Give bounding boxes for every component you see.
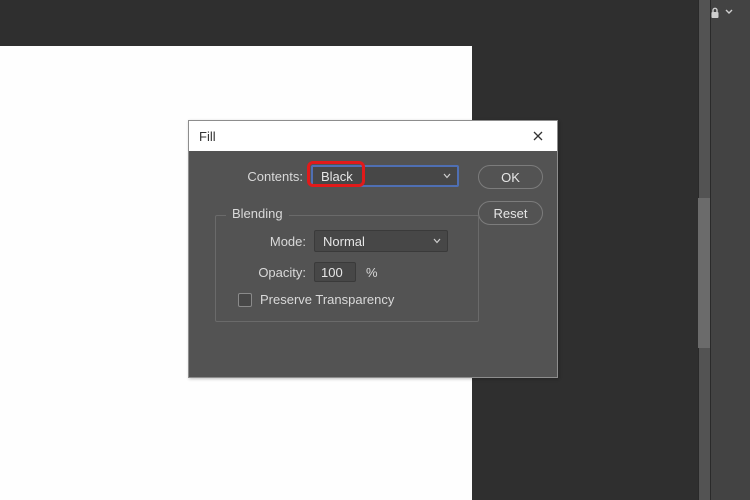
opacity-input[interactable] — [314, 262, 356, 282]
contents-value: Black — [321, 169, 353, 184]
close-icon — [532, 130, 544, 142]
lock-icon[interactable] — [708, 6, 722, 20]
blending-legend: Blending — [226, 206, 289, 221]
opacity-label: Opacity: — [228, 265, 314, 280]
chevron-down-icon — [433, 238, 441, 244]
dialog-buttons: OK Reset — [478, 165, 543, 225]
right-panel-inner — [710, 0, 750, 500]
mode-select[interactable]: Normal — [314, 230, 448, 252]
mode-row: Mode: Normal — [228, 230, 466, 252]
mode-value: Normal — [323, 234, 365, 249]
close-button[interactable] — [529, 127, 547, 145]
dropdown-caret-icon[interactable] — [724, 4, 734, 21]
contents-label: Contents: — [203, 169, 311, 184]
opacity-row: Opacity: % — [228, 262, 466, 282]
dialog-body: Contents: Black OK Reset Blending Mode: … — [189, 151, 557, 377]
preserve-transparency-row: Preserve Transparency — [238, 292, 466, 307]
fill-dialog: Fill Contents: Black OK Reset Blending — [188, 120, 558, 378]
opacity-unit: % — [366, 265, 378, 280]
reset-button[interactable]: Reset — [478, 201, 543, 225]
ok-button[interactable]: OK — [478, 165, 543, 189]
right-panel-strip — [698, 0, 750, 500]
preserve-transparency-label: Preserve Transparency — [260, 292, 394, 307]
dialog-title: Fill — [199, 129, 529, 144]
blending-fieldset: Blending Mode: Normal Opacity: % Preserv… — [215, 215, 479, 322]
contents-select[interactable]: Black — [311, 165, 459, 187]
mode-label: Mode: — [228, 234, 314, 249]
dialog-titlebar[interactable]: Fill — [189, 121, 557, 151]
preserve-transparency-checkbox[interactable] — [238, 293, 252, 307]
panel-scroll-track — [698, 198, 710, 348]
chevron-down-icon — [443, 173, 451, 179]
panel-top-icons — [708, 0, 734, 25]
